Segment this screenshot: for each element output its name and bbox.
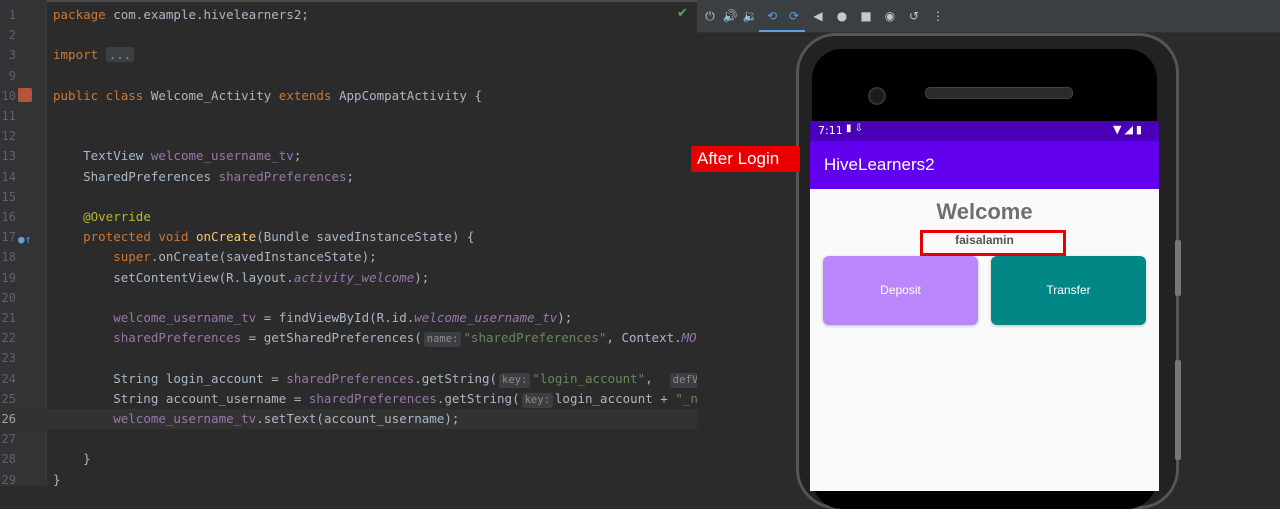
line-number: 24 [1, 371, 16, 386]
line-number: 19 [1, 270, 16, 285]
code-text[interactable]: } [53, 449, 91, 469]
code-line[interactable]: 25 String account_username = sharedPrefe… [0, 389, 697, 409]
emulator-panel: ⏻ 🔊 🔉 ⟲ ⟳ ◀ ● ■ ◉ ↺ ⋮ 7:11 ▮ ⇩ ▼◢▮ HiveL… [697, 0, 1280, 509]
welcome-username: faisalamin [955, 233, 1014, 247]
code-line[interactable]: 12 [0, 126, 697, 146]
phone-screen[interactable]: 7:11 ▮ ⇩ ▼◢▮ HiveLearners2 Welcome faisa… [810, 121, 1159, 491]
code-line[interactable]: 2 [0, 25, 697, 45]
code-line[interactable]: 10 public class Welcome_Activity extends … [0, 86, 697, 106]
deposit-button[interactable]: Deposit [823, 256, 978, 325]
code-text[interactable]: welcome_username_tv.setText(account_user… [53, 409, 459, 429]
code-line[interactable]: 24 String login_account = sharedPreferen… [0, 369, 697, 389]
line-number: 9 [8, 68, 16, 83]
line-number: 3 [8, 48, 16, 63]
code-line[interactable]: 16 @Override [0, 207, 697, 227]
line-number: 29 [1, 472, 16, 486]
code-line[interactable]: 13 TextView welcome_username_tv; [0, 146, 697, 166]
code-text[interactable]: package com.example.hivelearners2; [53, 5, 309, 25]
code-line[interactable]: 22 sharedPreferences = getSharedPreferen… [0, 328, 697, 348]
line-number: 26 [1, 412, 16, 426]
line-number: 17 [1, 230, 16, 245]
code-line[interactable]: 20 [0, 288, 697, 308]
code-line[interactable]: 17 protected void onCreate(Bundle savedI… [0, 227, 697, 247]
code-text[interactable]: String account_username = sharedPreferen… [53, 389, 697, 409]
line-number: 1 [8, 8, 16, 22]
code-text[interactable]: @Override [53, 207, 151, 227]
line-number: 2 [8, 28, 16, 43]
code-text[interactable]: import ... [53, 45, 135, 65]
line-number: 13 [1, 149, 16, 164]
transfer-button[interactable]: Transfer [991, 256, 1146, 325]
emulator-toolbar: ⏻ 🔊 🔉 ⟲ ⟳ ◀ ● ■ ◉ ↺ ⋮ [697, 0, 1280, 33]
override-icon[interactable]: ●↑ [18, 233, 31, 246]
speaker-grille [925, 87, 1073, 99]
code-line[interactable]: 23 [0, 348, 697, 368]
volume-up-icon[interactable]: 🔊 [721, 7, 739, 25]
code-text[interactable]: String login_account = sharedPreferences… [53, 369, 697, 389]
status-bar: 7:11 ▮ ⇩ ▼◢▮ [810, 121, 1159, 141]
editor-top-border [0, 0, 697, 2]
line-number: 20 [1, 290, 16, 305]
code-text[interactable]: sharedPreferences = getSharedPreferences… [53, 328, 697, 348]
welcome-heading: Welcome [936, 199, 1033, 224]
power-icon[interactable]: ⏻ [701, 7, 719, 25]
line-number: 21 [1, 311, 16, 325]
code-text[interactable]: } [53, 470, 61, 486]
code-line[interactable]: 15 [0, 187, 697, 207]
camera-icon [868, 87, 886, 105]
code-text[interactable]: SharedPreferences sharedPreferences; [53, 167, 354, 187]
code-text[interactable]: welcome_username_tv = findViewById(R.id.… [53, 308, 572, 328]
line-number: 12 [1, 129, 16, 144]
status-time: 7:11 [818, 124, 843, 137]
overview-icon[interactable]: ■ [857, 7, 875, 25]
code-text[interactable]: super.onCreate(savedInstanceState); [53, 247, 376, 267]
line-number: 25 [1, 391, 16, 406]
class-icon[interactable] [18, 88, 32, 102]
checkmark-icon: ✔ [677, 6, 688, 21]
code-text[interactable]: protected void onCreate(Bundle savedInst… [53, 227, 474, 247]
snapshot-icon[interactable]: ↺ [905, 7, 923, 25]
after-login-label: After Login [691, 146, 800, 172]
rotate-right-icon[interactable]: ⟳ [785, 7, 803, 25]
code-line[interactable]: 18 super.onCreate(savedInstanceState); [0, 247, 697, 267]
code-line[interactable]: 1 package com.example.hivelearners2; [0, 5, 697, 25]
code-line[interactable]: 28 } [0, 449, 697, 469]
code-line[interactable]: 11 [0, 106, 697, 126]
code-line[interactable]: 27 [0, 429, 697, 449]
line-number: 18 [1, 250, 16, 265]
code-text[interactable]: setContentView(R.layout.activity_welcome… [53, 268, 429, 288]
code-text[interactable]: TextView welcome_username_tv; [53, 146, 301, 166]
phone-side-button [1175, 360, 1181, 460]
app-bar: HiveLearners2 [810, 141, 1159, 189]
code-line[interactable]: 26 welcome_username_tv.setText(account_u… [0, 409, 697, 429]
app-title: HiveLearners2 [824, 155, 935, 174]
line-number: 15 [1, 189, 16, 204]
code-editor[interactable]: 1 package com.example.hivelearners2; 2 3 imp… [0, 0, 697, 486]
code-line[interactable]: 14 SharedPreferences sharedPreferences; [0, 167, 697, 187]
code-line[interactable]: 21 welcome_username_tv = findViewById(R.… [0, 308, 697, 328]
line-number: 11 [1, 109, 16, 123]
line-number: 23 [1, 351, 16, 366]
more-icon[interactable]: ⋮ [929, 7, 947, 25]
line-number: 22 [1, 331, 16, 346]
phone-side-button [1175, 240, 1181, 296]
line-number: 14 [1, 169, 16, 184]
code-text[interactable]: public class Welcome_Activity extends Ap… [53, 86, 482, 106]
line-number: 16 [1, 210, 16, 224]
volume-down-icon[interactable]: 🔉 [741, 7, 759, 25]
toolbar-active-indicator [759, 30, 805, 32]
line-number: 28 [1, 452, 16, 467]
line-number: 27 [1, 432, 16, 447]
status-icons: ▼◢▮ [1113, 123, 1145, 136]
code-line[interactable]: 9 [0, 66, 697, 86]
code-line[interactable]: 29} [0, 470, 697, 486]
rotate-left-icon[interactable]: ⟲ [763, 7, 781, 25]
code-line[interactable]: 19 setContentView(R.layout.activity_welc… [0, 268, 697, 288]
notification-icons: ▮ ⇩ [846, 123, 864, 134]
home-icon[interactable]: ● [833, 7, 851, 25]
back-icon[interactable]: ◀ [809, 7, 827, 25]
screenshot-icon[interactable]: ◉ [881, 7, 899, 25]
line-number: 10 [1, 88, 16, 103]
code-line[interactable]: 3 import ... [0, 45, 697, 65]
